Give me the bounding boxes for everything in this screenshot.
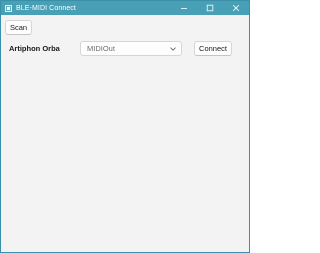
- connect-button[interactable]: Connect: [194, 41, 232, 56]
- scan-button[interactable]: Scan: [5, 20, 32, 35]
- minimize-icon: [181, 8, 187, 9]
- maximize-button[interactable]: [197, 1, 223, 15]
- maximize-icon: [206, 4, 214, 12]
- main-content: Scan Artiphon Orba MIDIOut Connect: [1, 15, 249, 252]
- app-icon: [5, 4, 12, 12]
- title-bar[interactable]: BLE-MIDI Connect: [1, 1, 249, 15]
- midi-output-select[interactable]: MIDIOut: [80, 41, 182, 56]
- chevron-down-icon: [165, 46, 181, 51]
- close-icon: [232, 4, 240, 12]
- caption-buttons: [171, 1, 249, 15]
- midi-output-selected-value: MIDIOut: [87, 44, 115, 53]
- minimize-button[interactable]: [171, 1, 197, 15]
- window-title: BLE-MIDI Connect: [16, 4, 76, 12]
- close-button[interactable]: [223, 1, 249, 15]
- app-window: BLE-MIDI Connect Scan Artiphon Orba MIDI…: [0, 0, 250, 253]
- device-name-label: Artiphon Orba: [9, 44, 60, 53]
